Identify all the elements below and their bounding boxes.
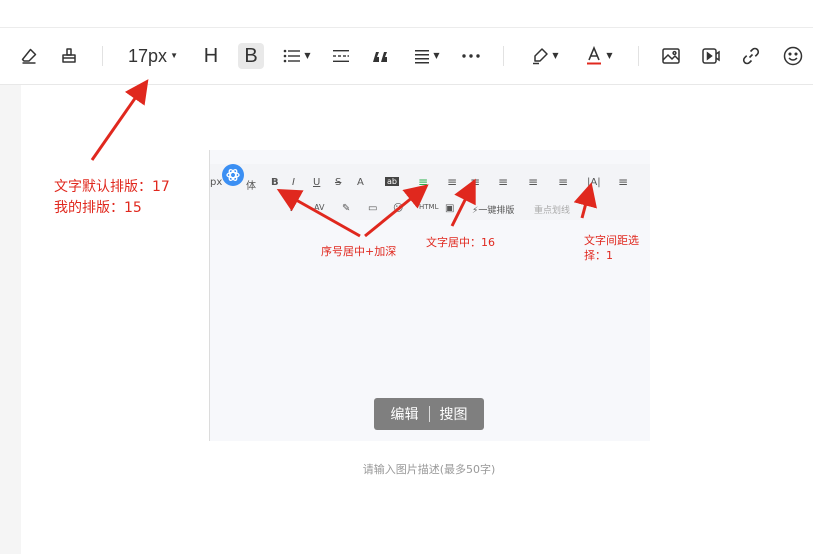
annotation-arrows — [90, 79, 597, 238]
arrow-to-font-size — [90, 79, 149, 161]
arrow-to-center — [450, 178, 476, 227]
arrow-to-serial — [276, 189, 361, 238]
arrow-to-spacing — [573, 182, 597, 219]
arrow-to-indent — [364, 184, 429, 238]
